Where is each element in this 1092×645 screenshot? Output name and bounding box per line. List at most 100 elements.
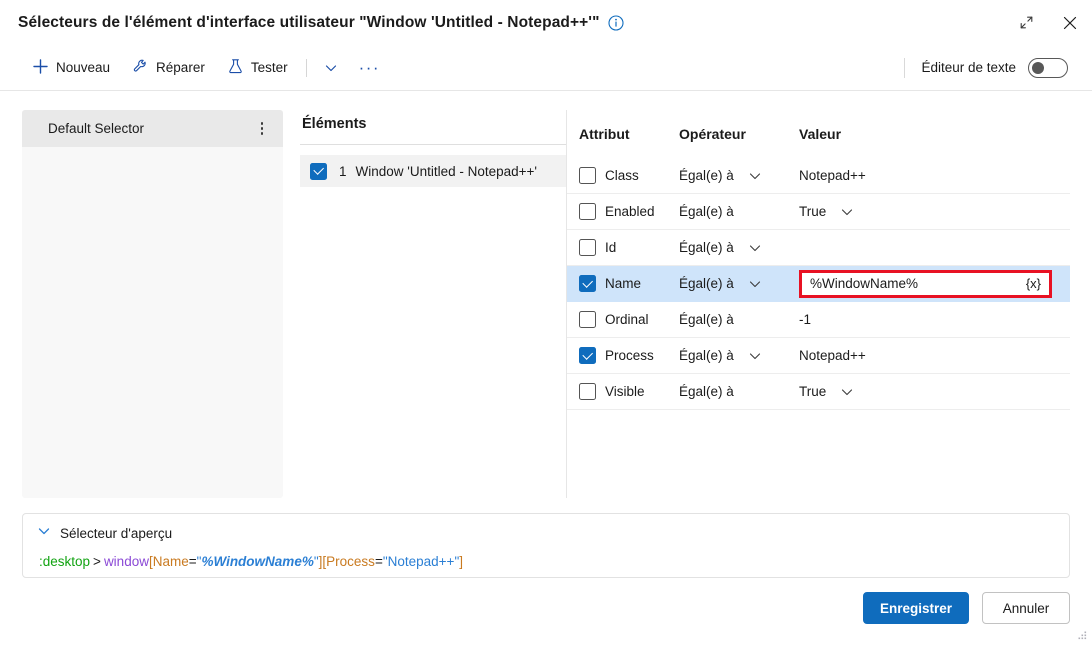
wrench-icon bbox=[132, 58, 149, 78]
text-editor-toggle-label: Éditeur de texte bbox=[921, 60, 1016, 75]
toolbar-right-group: Éditeur de texte bbox=[904, 57, 1092, 78]
ellipsis-horizontal-icon[interactable]: ··· bbox=[349, 57, 390, 79]
selector-list-item-default[interactable]: Default Selector bbox=[22, 110, 283, 147]
value-input[interactable]: %WindowName% {x} bbox=[799, 269, 1052, 298]
operator-dropdown[interactable]: Égal(e) à bbox=[679, 240, 799, 255]
selector-list-item-label: Default Selector bbox=[48, 121, 145, 136]
column-header-operator: Opérateur bbox=[679, 126, 746, 142]
chevron-down-icon[interactable] bbox=[748, 169, 762, 183]
table-row[interactable]: Class Égal(e) à Notepad++ bbox=[567, 158, 1070, 194]
chevron-down-icon[interactable] bbox=[315, 55, 347, 81]
attribute-name: Visible bbox=[605, 384, 645, 399]
preview-selector-toggle[interactable]: Sélecteur d'aperçu bbox=[37, 524, 1055, 543]
value-cell[interactable]: Notepad++ bbox=[799, 348, 1070, 363]
table-row[interactable]: Enabled Égal(e) à True bbox=[567, 194, 1070, 230]
plus-icon bbox=[32, 58, 49, 78]
attribute-checkbox-process[interactable] bbox=[579, 347, 596, 364]
operator-label: Égal(e) à bbox=[679, 348, 734, 363]
operator-label: Égal(e) à bbox=[679, 204, 734, 219]
table-row-selected[interactable]: Name Égal(e) à %WindowName% {x} bbox=[567, 266, 1070, 302]
value-cell[interactable]: -1 bbox=[799, 312, 1070, 327]
element-index: 1 bbox=[339, 163, 347, 179]
toolbar-separator bbox=[305, 58, 307, 77]
text-editor-toggle[interactable] bbox=[1028, 57, 1068, 78]
title-bar: Sélecteurs de l'élément d'interface util… bbox=[0, 0, 1092, 45]
token-tag: window bbox=[103, 554, 149, 569]
toolbar-left-group: Nouveau Réparer Tester ··· bbox=[0, 53, 390, 83]
toolbar-right-separator bbox=[904, 57, 906, 78]
cancel-button[interactable]: Annuler bbox=[982, 592, 1070, 624]
attribute-name: Name bbox=[605, 276, 642, 291]
chevron-down-icon[interactable] bbox=[748, 349, 762, 363]
new-button[interactable]: Nouveau bbox=[22, 53, 120, 83]
token-eq-2: = bbox=[374, 554, 383, 569]
table-row[interactable]: Process Égal(e) à Notepad++ bbox=[567, 338, 1070, 374]
operator-label: Égal(e) à bbox=[679, 276, 734, 291]
repair-button-label: Réparer bbox=[156, 60, 205, 75]
resize-grip[interactable] bbox=[1074, 628, 1088, 642]
operator-label: Égal(e) à bbox=[679, 168, 734, 183]
operator-label: Égal(e) à bbox=[679, 312, 734, 327]
test-button-label: Tester bbox=[250, 60, 288, 75]
attribute-checkbox-class[interactable] bbox=[579, 167, 596, 184]
selector-list-panel: Default Selector bbox=[22, 110, 283, 498]
element-checkbox[interactable] bbox=[310, 162, 327, 180]
column-header-attribute: Attribut bbox=[579, 126, 630, 142]
chevron-down-icon[interactable] bbox=[748, 241, 762, 255]
attributes-table-header: Attribut Opérateur Valeur bbox=[567, 110, 1070, 158]
operator-dropdown[interactable]: Égal(e) à bbox=[679, 348, 799, 363]
value-dropdown[interactable]: True bbox=[799, 204, 1070, 219]
window-controls bbox=[1004, 0, 1092, 45]
preview-selector-label: Sélecteur d'aperçu bbox=[60, 526, 173, 541]
restore-window-icon[interactable] bbox=[1004, 3, 1048, 43]
save-button[interactable]: Enregistrer bbox=[862, 592, 969, 624]
selector-expression: :desktop > window[Name="%WindowName%"][Pro… bbox=[37, 554, 1055, 569]
selector-builder-dialog: Sélecteurs de l'élément d'interface util… bbox=[0, 0, 1092, 645]
attribute-checkbox-visible[interactable] bbox=[579, 383, 596, 400]
attribute-checkbox-enabled[interactable] bbox=[579, 203, 596, 220]
new-button-label: Nouveau bbox=[56, 60, 111, 75]
attribute-checkbox-ordinal[interactable] bbox=[579, 311, 596, 328]
test-button[interactable]: Tester bbox=[217, 53, 298, 83]
value-cell[interactable]: Notepad++ bbox=[799, 168, 1070, 183]
attribute-name: Enabled bbox=[605, 204, 655, 219]
token-combinator: > bbox=[93, 554, 101, 569]
operator-dropdown[interactable]: Égal(e) à bbox=[679, 276, 799, 291]
repair-button[interactable]: Réparer bbox=[122, 53, 215, 83]
attribute-checkbox-name[interactable] bbox=[579, 275, 596, 292]
value-label: -1 bbox=[799, 312, 812, 327]
toggle-knob bbox=[1032, 61, 1044, 74]
value-label: Notepad++ bbox=[799, 168, 866, 183]
table-row[interactable]: Visible Égal(e) à True bbox=[567, 374, 1070, 410]
element-label: Window 'Untitled - Notepad++' bbox=[355, 163, 538, 179]
chevron-down-icon[interactable] bbox=[840, 205, 854, 219]
attribute-name: Ordinal bbox=[605, 312, 649, 327]
variable-picker-button[interactable]: {x} bbox=[1024, 276, 1043, 291]
table-row[interactable]: Id Égal(e) à bbox=[567, 230, 1070, 266]
chevron-down-icon[interactable] bbox=[37, 524, 51, 543]
info-circle-icon[interactable] bbox=[607, 14, 624, 31]
chevron-down-icon[interactable] bbox=[840, 385, 854, 399]
attribute-name: Class bbox=[605, 168, 639, 183]
token-value-2: Notepad++ bbox=[387, 554, 455, 569]
chevron-down-icon[interactable] bbox=[748, 277, 762, 291]
ellipsis-vertical-icon[interactable] bbox=[253, 118, 271, 140]
operator-dropdown[interactable]: Égal(e) à bbox=[679, 312, 799, 327]
operator-dropdown[interactable]: Égal(e) à bbox=[679, 204, 799, 219]
operator-dropdown[interactable]: Égal(e) à bbox=[679, 168, 799, 183]
attribute-name: Id bbox=[605, 240, 617, 255]
close-icon[interactable] bbox=[1048, 3, 1092, 43]
token-value-1: %WindowName% bbox=[201, 554, 314, 569]
value-dropdown[interactable]: True bbox=[799, 384, 1070, 399]
attribute-checkbox-id[interactable] bbox=[579, 239, 596, 256]
value-label: True bbox=[799, 384, 827, 399]
table-row[interactable]: Ordinal Égal(e) à -1 bbox=[567, 302, 1070, 338]
token-attr-2: Process bbox=[326, 554, 375, 569]
token-eq-1: = bbox=[188, 554, 197, 569]
dialog-footer: Enregistrer Annuler bbox=[0, 586, 1092, 645]
value-label: True bbox=[799, 204, 827, 219]
attribute-name: Process bbox=[605, 348, 654, 363]
list-item[interactable]: 1 Window 'Untitled - Notepad++' bbox=[300, 155, 566, 187]
operator-dropdown[interactable]: Égal(e) à bbox=[679, 384, 799, 399]
operator-label: Égal(e) à bbox=[679, 384, 734, 399]
